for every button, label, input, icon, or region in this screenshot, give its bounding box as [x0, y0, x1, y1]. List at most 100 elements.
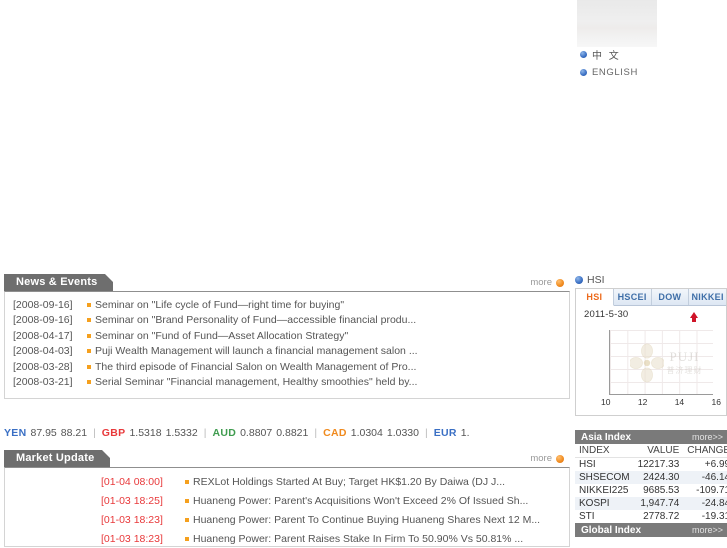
language-option-english[interactable]: ENGLISH	[577, 65, 657, 79]
more-orange-icon[interactable]	[556, 278, 564, 287]
index-change: -46.14	[683, 471, 727, 484]
tab-dow[interactable]: DOW	[651, 289, 690, 305]
list-item[interactable]: [2008-04-03] Puji Wealth Management will…	[5, 344, 569, 360]
news-events-title: News & Events	[4, 274, 114, 291]
ticker-separator: |	[314, 427, 318, 439]
list-item[interactable]: [2008-03-21] Serial Seminar "Financial m…	[5, 375, 569, 391]
watermark-latin: PUJI	[669, 349, 700, 364]
x-tick: 10	[601, 397, 611, 407]
news-title[interactable]: Serial Seminar "Financial management, He…	[95, 376, 417, 388]
column-header-value: VALUE	[633, 444, 684, 458]
news-date: [2008-04-17]	[13, 329, 73, 342]
ticker-separator: |	[424, 427, 428, 439]
tab-nikkei[interactable]: NIKKEI	[689, 289, 726, 305]
square-bullet-icon	[87, 333, 91, 338]
list-item[interactable]: [01-03 18:23] Huaneng Power: Parent Rais…	[5, 529, 569, 548]
list-item[interactable]: [2008-09-16] Seminar on "Life cycle of F…	[5, 297, 569, 313]
currency-bid: 1.0304	[350, 427, 383, 439]
forex-item-aud[interactable]: AUD 0.8807 0.8821	[212, 427, 308, 439]
table-header-row: INDEX VALUE CHANGE	[575, 444, 727, 458]
puji-flower-icon	[629, 343, 664, 382]
tab-hscei[interactable]: HSCEI	[613, 289, 652, 305]
list-item[interactable]: [01-03 18:23] Huaneng Power: Parent To C…	[5, 510, 569, 529]
tab-hsi[interactable]: HSI	[576, 289, 614, 306]
square-bullet-icon	[87, 302, 91, 307]
language-option-label: ENGLISH	[592, 66, 638, 78]
global-index-more-link[interactable]: more>>	[692, 525, 723, 535]
square-bullet-icon	[87, 380, 91, 385]
language-selector: 中 文 ENGLISH	[577, 0, 657, 78]
forex-item-gbp[interactable]: GBP 1.5318 1.5332	[102, 427, 198, 439]
index-value: 12217.33	[637, 459, 680, 470]
index-name: SHSECOM	[575, 471, 634, 484]
index-value: 9685.53	[643, 485, 680, 496]
currency-bid: 87.95	[30, 427, 57, 439]
asia-index-title: Asia Index	[581, 431, 632, 443]
language-option-label: 中 文	[592, 50, 621, 62]
list-item[interactable]: [2008-03-28] The third episode of Financ…	[5, 359, 569, 375]
news-title[interactable]: Puji Wealth Management will launch a fin…	[95, 345, 418, 357]
table-row[interactable]: KOSPI 1,947.74 -24.84	[575, 497, 727, 510]
news-events-list: [2008-09-16] Seminar on "Life cycle of F…	[4, 291, 570, 399]
table-row[interactable]: STI 2778.72 -19.31	[575, 510, 727, 523]
currency-bid: 0.8807	[240, 427, 273, 439]
market-update-list: [01-04 08:00] REXLot Holdings Started At…	[4, 467, 570, 547]
list-item[interactable]: [2008-04-17] Seminar on "Fund of Fund—As…	[5, 328, 569, 344]
news-events-more-link[interactable]: more	[530, 277, 564, 288]
news-title[interactable]: The third episode of Financial Salon on …	[95, 361, 416, 373]
market-update-title-text[interactable]: Huaneng Power: Parent's Acquisitions Won…	[193, 495, 528, 507]
currency-code: CAD	[323, 427, 347, 439]
news-date: [2008-04-03]	[13, 345, 73, 358]
list-item[interactable]: [01-04 08:00] REXLot Holdings Started At…	[5, 472, 569, 491]
currency-code: EUR	[433, 427, 457, 439]
index-value: 2778.72	[643, 511, 680, 522]
ticker-separator: |	[203, 427, 207, 439]
column-header-change: CHANGE	[683, 444, 727, 458]
language-option-list: 中 文 ENGLISH	[577, 47, 657, 83]
index-chart-blue-icon[interactable]	[575, 276, 583, 284]
asia-index-more-link[interactable]: more>>	[692, 432, 723, 442]
table-row[interactable]: SHSECOM 2424.30 -46.14	[575, 471, 727, 484]
news-title[interactable]: Seminar on "Brand Personality of Fund—ac…	[95, 314, 416, 326]
more-label: more	[530, 453, 552, 464]
header-banner-placeholder	[577, 0, 657, 47]
global-index-title: Global Index	[581, 524, 642, 536]
index-chart-tabs: HSI HSCEI DOW NIKKEI	[576, 289, 726, 306]
watermark-cjk: 普济理财	[666, 366, 703, 375]
forex-item-yen[interactable]: YEN 87.95 88.21	[4, 427, 87, 439]
currency-bid: 1.5318	[129, 427, 162, 439]
square-bullet-icon	[87, 318, 91, 323]
list-item[interactable]: [2008-09-16] Seminar on "Brand Personali…	[5, 313, 569, 329]
index-name: STI	[579, 511, 595, 522]
index-chart-panel: HSI HSCEI DOW NIKKEI 2011-5-30 PUJI 普济理财…	[575, 288, 727, 416]
forex-item-cad[interactable]: CAD 1.0304 1.0330	[323, 427, 419, 439]
x-tick: 16	[711, 397, 721, 407]
index-name: KOSPI	[575, 497, 634, 510]
currency-code: GBP	[101, 427, 126, 439]
more-orange-icon[interactable]	[556, 454, 564, 463]
news-events-header: News & Events more	[4, 274, 570, 291]
asia-index-header: Asia Index more>>	[575, 430, 727, 444]
market-update-more-link[interactable]: more	[530, 453, 564, 464]
market-update-time: [01-04 08:00]	[101, 475, 163, 488]
forex-ticker: YEN 87.95 88.21 | GBP 1.5318 1.5332 | AU…	[4, 426, 570, 440]
market-update-time: [01-03 18:25]	[101, 494, 163, 507]
asia-index-table: INDEX VALUE CHANGE HSI 12217.33 +6.99 SH…	[575, 444, 727, 523]
forex-item-eur[interactable]: EUR 1.	[434, 427, 470, 439]
news-date: [2008-09-16]	[13, 314, 73, 327]
index-chart-plot-area: PUJI 普济理财 10 12 14 16	[601, 330, 721, 407]
table-row[interactable]: HSI 12217.33 +6.99	[575, 458, 727, 472]
list-item[interactable]: [01-03 18:25] Huaneng Power: Parent's Ac…	[5, 491, 569, 510]
news-title[interactable]: Seminar on "Fund of Fund—Asset Allocatio…	[95, 330, 348, 342]
market-update-title-text[interactable]: Huaneng Power: Parent To Continue Buying…	[193, 514, 540, 526]
currency-ask: 1.0330	[386, 427, 419, 439]
news-title[interactable]: Seminar on "Life cycle of Fund—right tim…	[95, 299, 344, 311]
index-change: -24.84	[683, 497, 727, 510]
market-update-title-text[interactable]: Huaneng Power: Parent Raises Stake In Fi…	[193, 533, 523, 545]
table-row[interactable]: NIKKEI225 9685.53 -109.71	[575, 484, 727, 497]
square-bullet-icon	[185, 517, 189, 522]
language-option-chinese[interactable]: 中 文	[577, 47, 657, 62]
market-update-section: Market Update more [01-04 08:00] REXLot …	[4, 450, 570, 547]
column-header-index: INDEX	[575, 444, 634, 458]
market-update-title-text[interactable]: REXLot Holdings Started At Buy; Target H…	[193, 476, 505, 488]
